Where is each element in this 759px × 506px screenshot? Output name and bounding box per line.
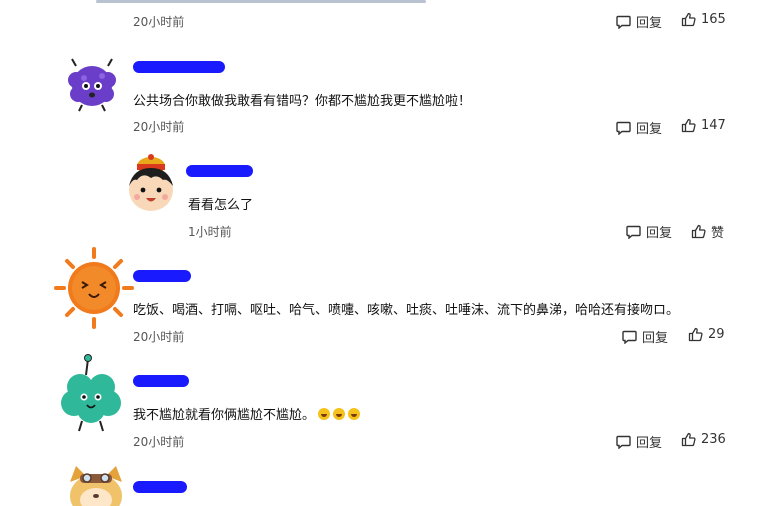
like-button[interactable]: 165 [681,12,726,27]
reply-label: 回复 [636,16,663,31]
like-count: 147 [701,118,726,133]
reply-label: 回复 [636,436,663,451]
avatar[interactable] [52,245,136,331]
comment-bubble-icon [616,15,631,29]
like-button[interactable]: 29 [688,327,725,342]
like-button[interactable]: 147 [681,118,726,133]
laughing-emoji-icon [333,408,346,420]
like-count: 165 [701,12,726,27]
avatar[interactable] [62,462,130,506]
comment-text: 公共场合你敢做我敢看有错吗？你都不尴尬我更不尴尬啦！ [133,94,472,109]
comment-text: 我不尴尬就看你俩尴尬不尴尬。 [133,404,361,423]
comment-text-content: 我不尴尬就看你俩尴尬不尴尬。 [133,408,316,423]
redacted-username[interactable] [133,270,191,282]
avatar[interactable] [123,152,179,214]
laughing-emoji-icon [318,408,331,420]
redacted-username[interactable] [186,165,253,177]
cropped-previous-content [96,0,426,3]
comment-text: 看看怎么了 [188,198,254,213]
like-count: 29 [708,327,725,342]
comment-bubble-icon [616,435,631,449]
like-button[interactable]: 236 [681,432,726,447]
reply-button[interactable]: 回复 [616,118,662,137]
comment-time: 1小时前 [188,225,232,239]
comment-time: 20小时前 [133,330,185,344]
thumbs-up-icon [691,224,706,239]
comment-time: 20小时前 [133,15,185,29]
like-label: 赞 [711,226,725,241]
reply-label: 回复 [646,226,673,241]
reply-button[interactable]: 回复 [622,327,668,346]
redacted-username[interactable] [133,375,189,387]
comment-bubble-icon [622,330,637,344]
redacted-username[interactable] [133,481,187,493]
reply-button[interactable]: 回复 [616,432,662,451]
like-button[interactable]: 赞 [691,222,724,241]
thumbs-up-icon [681,118,696,133]
comment-text: 吃饭、喝酒、打嗝、呕吐、哈气、喷嚏、咳嗽、吐痰、吐唾沫、流下的鼻涕，哈哈还有接吻… [133,303,680,318]
thumbs-up-icon [681,432,696,447]
laughing-emoji-icon [348,408,361,420]
avatar[interactable] [62,56,122,116]
reply-label: 回复 [636,122,663,137]
reply-label: 回复 [642,331,669,346]
comment-time: 20小时前 [133,120,185,134]
redacted-username[interactable] [133,61,225,73]
avatar[interactable] [58,351,126,439]
comment-bubble-icon [616,121,631,135]
comment-time: 20小时前 [133,435,185,449]
thumbs-up-icon [681,12,696,27]
like-count: 236 [701,432,726,447]
comment-bubble-icon [626,225,641,239]
reply-button[interactable]: 回复 [616,12,662,31]
reply-button[interactable]: 回复 [626,222,672,241]
thumbs-up-icon [688,327,703,342]
